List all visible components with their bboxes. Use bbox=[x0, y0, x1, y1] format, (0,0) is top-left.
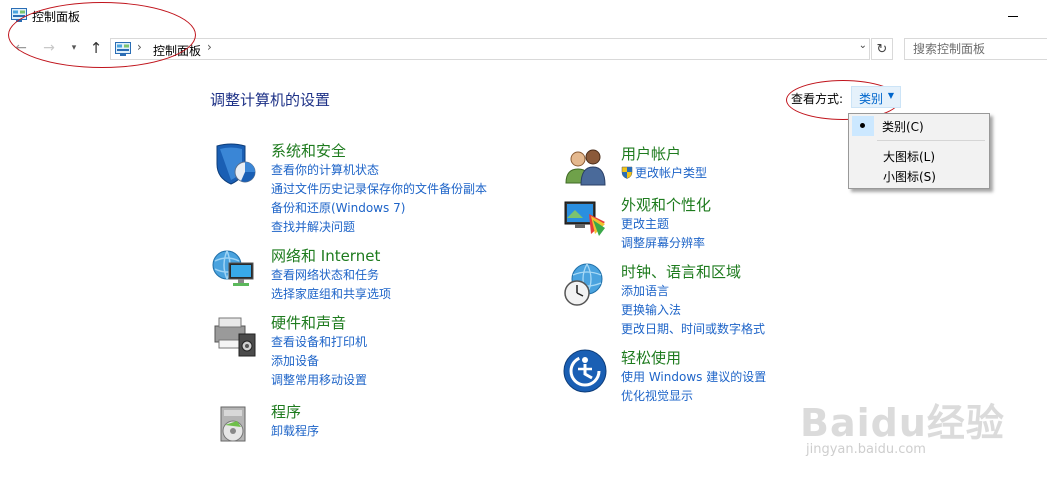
link-backup-restore[interactable]: 备份和还原(Windows 7) bbox=[271, 199, 487, 218]
link-mobility-settings[interactable]: 调整常用移动设置 bbox=[271, 371, 367, 390]
link-change-account-type[interactable]: 更改帐户类型 bbox=[621, 164, 707, 183]
watermark-brand: Baidu经验 bbox=[800, 401, 1005, 445]
link-troubleshoot[interactable]: 查找并解决问题 bbox=[271, 218, 487, 237]
link-view-computer-status[interactable]: 查看你的计算机状态 bbox=[271, 161, 487, 180]
link-add-language[interactable]: 添加语言 bbox=[621, 282, 765, 301]
breadcrumb-separator-icon[interactable]: › bbox=[207, 40, 212, 54]
control-panel-icon bbox=[115, 42, 131, 56]
menu-item-large-icons[interactable]: 大图标(L) bbox=[849, 146, 989, 166]
link-file-history-backup[interactable]: 通过文件历史记录保存你的文件备份副本 bbox=[271, 180, 487, 199]
baidu-jingyan-watermark: Baidu经验 jingyan.baidu.com bbox=[800, 392, 1047, 488]
control-panel-icon bbox=[11, 8, 27, 22]
link-devices-printers[interactable]: 查看设备和打印机 bbox=[271, 333, 367, 352]
user-accounts-icon[interactable] bbox=[561, 143, 609, 191]
address-dropdown-chevron-icon[interactable]: ⌄ bbox=[859, 40, 867, 51]
address-bar[interactable]: › 控制面板 › ⌄ bbox=[110, 38, 870, 60]
navigation-bar: ← → ▾ ↑ › 控制面板 › ⌄ ↻ bbox=[0, 34, 1047, 62]
link-homegroup-sharing[interactable]: 选择家庭组和共享选项 bbox=[271, 285, 391, 304]
hardware-sound-icon[interactable] bbox=[211, 312, 259, 360]
link-change-theme[interactable]: 更改主题 bbox=[621, 215, 705, 234]
up-arrow-icon[interactable]: ↑ bbox=[86, 38, 106, 58]
watermark-url: jingyan.baidu.com bbox=[806, 442, 926, 457]
clock-region-icon[interactable] bbox=[561, 261, 609, 309]
ease-of-access-icon[interactable] bbox=[561, 347, 609, 395]
link-screen-resolution[interactable]: 调整屏幕分辨率 bbox=[621, 234, 705, 253]
breadcrumb-separator-icon[interactable]: › bbox=[137, 40, 142, 54]
menu-item-label: 大图标(L) bbox=[883, 150, 936, 164]
link-label: 更改帐户类型 bbox=[635, 166, 708, 180]
category-title[interactable]: 硬件和声音 bbox=[271, 312, 346, 333]
category-title[interactable]: 程序 bbox=[271, 401, 301, 422]
link-date-time-format[interactable]: 更改日期、时间或数字格式 bbox=[621, 320, 765, 339]
link-add-device[interactable]: 添加设备 bbox=[271, 352, 367, 371]
chevron-down-icon: ▼ bbox=[887, 91, 894, 100]
refresh-icon[interactable]: ↻ bbox=[871, 38, 893, 60]
view-by-label: 查看方式: bbox=[791, 92, 844, 106]
link-recommended-settings[interactable]: 使用 Windows 建议的设置 bbox=[621, 368, 766, 387]
back-arrow-icon[interactable]: ← bbox=[11, 38, 31, 58]
view-by-dropdown[interactable]: 类别 ▼ bbox=[851, 86, 901, 108]
category-title[interactable]: 网络和 Internet bbox=[271, 245, 380, 266]
appearance-icon[interactable] bbox=[561, 194, 609, 242]
link-change-input-method[interactable]: 更换输入法 bbox=[621, 301, 765, 320]
category-title[interactable]: 外观和个性化 bbox=[621, 194, 711, 215]
menu-item-category[interactable]: 类别(C) bbox=[849, 116, 989, 136]
category-title[interactable]: 系统和安全 bbox=[271, 140, 346, 161]
title-bar: 控制面板 bbox=[0, 0, 1047, 32]
breadcrumb-control-panel[interactable]: 控制面板 bbox=[153, 42, 201, 59]
link-uninstall-program[interactable]: 卸载程序 bbox=[271, 422, 319, 441]
network-internet-icon[interactable] bbox=[211, 245, 259, 293]
link-optimize-visual[interactable]: 优化视觉显示 bbox=[621, 387, 766, 406]
system-security-icon[interactable] bbox=[211, 140, 259, 188]
window-title: 控制面板 bbox=[32, 10, 81, 24]
programs-icon[interactable] bbox=[211, 401, 259, 449]
radio-dot-icon bbox=[860, 123, 865, 128]
search-input[interactable] bbox=[905, 39, 1047, 59]
link-network-status[interactable]: 查看网络状态和任务 bbox=[271, 266, 391, 285]
menu-item-label: 类别(C) bbox=[882, 120, 924, 134]
forward-arrow-icon[interactable]: → bbox=[39, 38, 59, 58]
category-title[interactable]: 轻松使用 bbox=[621, 347, 681, 368]
view-by-value: 类别 bbox=[859, 92, 884, 106]
menu-item-small-icons[interactable]: 小图标(S) bbox=[849, 166, 989, 186]
uac-shield-icon bbox=[621, 166, 633, 179]
category-title[interactable]: 时钟、语言和区域 bbox=[621, 261, 741, 282]
menu-item-label: 小图标(S) bbox=[883, 170, 936, 184]
recent-locations-chevron-icon[interactable]: ▾ bbox=[64, 38, 84, 58]
minimize-button[interactable] bbox=[990, 0, 1036, 32]
view-by-menu: 类别(C) 大图标(L) 小图标(S) bbox=[848, 113, 990, 189]
menu-divider bbox=[877, 140, 985, 141]
search-box[interactable] bbox=[904, 38, 1047, 60]
category-title[interactable]: 用户帐户 bbox=[621, 143, 681, 164]
page-heading: 调整计算机的设置 bbox=[210, 91, 331, 109]
